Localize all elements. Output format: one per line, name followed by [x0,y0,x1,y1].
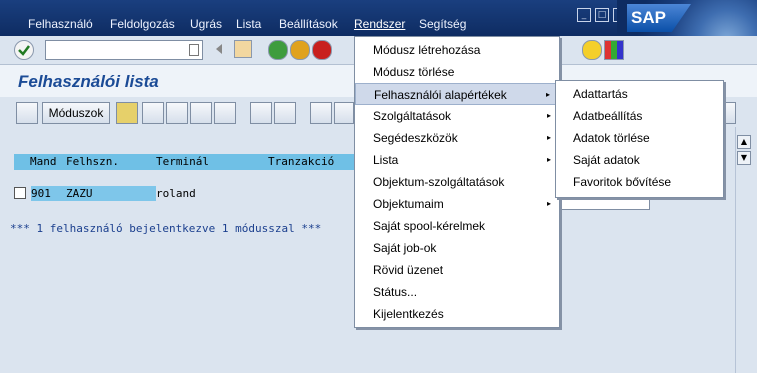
menu-item-status[interactable]: Státus... [355,281,559,303]
submenu-arrow-icon: ▸ [546,111,551,120]
find-icon[interactable] [250,102,272,124]
rendszer-menu: Módusz létrehozása Módusz törlése Felhas… [354,36,560,328]
sap-logo-area: SAP [617,0,757,36]
layout-icon[interactable] [604,40,624,60]
minimize-icon[interactable]: _ [577,8,591,22]
column-header-tranzakcio[interactable]: Tranzakció [268,155,334,168]
scroll-up-icon[interactable]: ▲ [737,135,751,149]
cell-user[interactable]: ZAZU [66,187,93,200]
submenu-arrow-icon: ▸ [546,133,551,142]
submenu-arrow-icon: ▸ [546,199,551,208]
column-header-mand[interactable]: Mand [30,155,57,168]
menu-ugras[interactable]: Ugrás [190,17,222,31]
previous-page-icon[interactable] [166,102,188,124]
summary-text: *** 1 felhasználó bejelentkezve 1 móduss… [10,222,322,235]
menu-rendszer[interactable]: Rendszer [354,17,405,31]
menu-item-objektumaim[interactable]: Objektumaim ▸ [355,193,559,215]
command-history-icon[interactable] [189,44,199,56]
print-icon[interactable] [310,102,332,124]
sap-logo: SAP [627,4,691,32]
row-checkbox[interactable] [14,187,26,199]
help-icon[interactable] [582,40,602,60]
list-header: Mand Felhszn. Terminál Tranzakció [14,154,354,170]
menu-item-szolgaltatasok[interactable]: Szolgáltatások ▸ [355,105,559,127]
cell-terminal: roland [156,187,196,200]
menu-lista[interactable]: Lista [236,17,261,31]
menu-item-kijelentkezes[interactable]: Kijelentkezés [355,303,559,325]
submenu-item-adatok-torlese[interactable]: Adatok törlése [556,127,723,149]
last-page-icon[interactable] [214,102,236,124]
exit-icon[interactable] [290,40,310,60]
column-header-terminal[interactable]: Terminál [156,155,209,168]
column-header-felhszn[interactable]: Felhszn. [66,155,119,168]
menu-bar: Felhasználó Feldolgozás Ugrás Lista Beál… [0,0,757,36]
menu-item-sajat-job-ok[interactable]: Saját job-ok [355,237,559,259]
submenu-arrow-icon: ▸ [545,90,550,99]
enter-icon[interactable] [14,40,34,60]
menu-item-felhasznaloi-alapertekek[interactable]: Felhasználói alapértékek ▸ [355,83,559,105]
sort-icon[interactable] [334,102,354,124]
filter-icon[interactable] [274,102,296,124]
next-page-icon[interactable] [190,102,212,124]
maximize-icon[interactable]: □ [595,8,609,22]
page-title: Felhasználói lista [18,72,159,91]
scroll-down-icon[interactable]: ▼ [737,151,751,165]
menu-feldolgozas[interactable]: Feldolgozás [110,17,175,31]
submenu-item-adattartas[interactable]: Adattartás [556,83,723,105]
menu-item-modusz-torlese[interactable]: Módusz törlése [355,61,559,83]
user-icon[interactable] [116,102,138,124]
back-icon[interactable] [268,40,288,60]
first-page-icon[interactable] [142,102,164,124]
menu-felhasznalo[interactable]: Felhasználó [28,17,93,31]
cancel-icon[interactable] [312,40,332,60]
menu-item-modusz-letrehozasa[interactable]: Módusz létrehozása [355,39,559,61]
refresh-icon[interactable] [16,102,38,124]
menu-item-objektum-szolgaltatasok[interactable]: Objektum-szolgáltatások [355,171,559,193]
collapse-left-icon[interactable] [216,44,222,54]
save-icon[interactable] [234,40,252,58]
menu-item-segedeszkozok[interactable]: Segédeszközök ▸ [355,127,559,149]
moduszok-button[interactable]: Móduszok [42,102,110,124]
command-field[interactable] [45,40,203,60]
cell-mand: 901 [31,187,51,200]
menu-item-rovid-uzenet[interactable]: Rövid üzenet [355,259,559,281]
submenu-item-favoritok-bovitese[interactable]: Favoritok bővítése [556,171,723,193]
menu-item-sajat-spool-kerelmek[interactable]: Saját spool-kérelmek [355,215,559,237]
vertical-scrollbar[interactable]: ▲ ▼ [735,127,751,373]
menu-beallitasok[interactable]: Beállítások [279,17,338,31]
menu-item-lista[interactable]: Lista ▸ [355,149,559,171]
submenu-arrow-icon: ▸ [546,155,551,164]
menu-segitseg[interactable]: Segítség [419,17,466,31]
submenu-item-adatbeallitas[interactable]: Adatbeállítás [556,105,723,127]
submenu-item-sajat-adatok[interactable]: Saját adatok [556,149,723,171]
felhasznaloi-alapertekek-submenu: Adattartás Adatbeállítás Adatok törlése … [555,80,724,198]
